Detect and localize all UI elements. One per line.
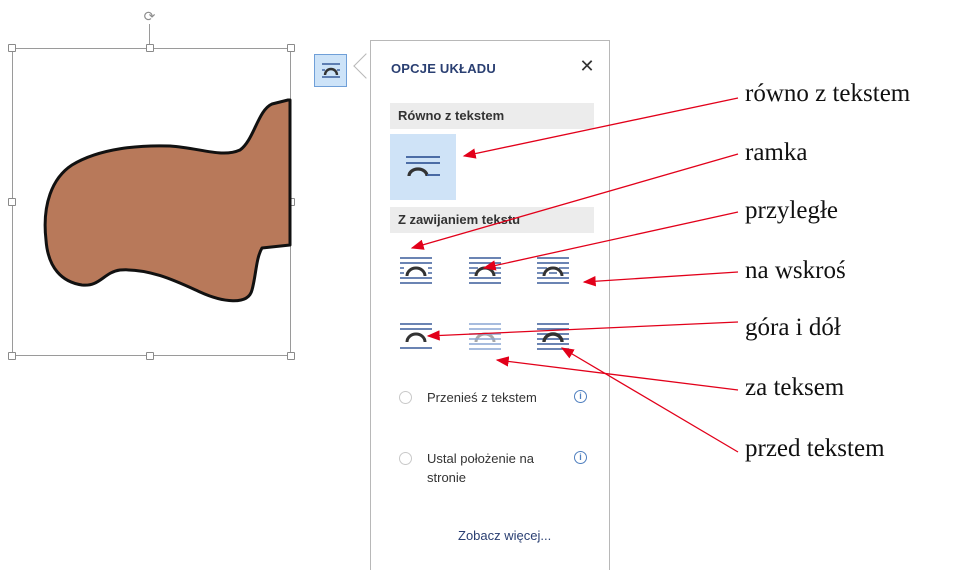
wrap-behind-text-option[interactable] bbox=[466, 319, 504, 357]
label-through: na wskroś bbox=[745, 257, 846, 284]
section-inline-heading: Równo z tekstem bbox=[390, 103, 594, 129]
see-more-link[interactable]: Zobacz więcej... bbox=[458, 528, 551, 543]
wrap-in-front-option[interactable] bbox=[534, 319, 572, 357]
info-icon[interactable]: i bbox=[574, 390, 587, 403]
layout-options-button[interactable] bbox=[314, 54, 347, 87]
wrap-through-icon bbox=[537, 257, 569, 284]
wrap-behind-text-icon bbox=[469, 323, 501, 350]
layout-options-icon bbox=[321, 62, 340, 78]
wrap-top-bottom-option[interactable] bbox=[397, 319, 435, 357]
wrap-top-bottom-icon bbox=[400, 323, 432, 349]
radio-fix-label: Ustal położenie na stronie bbox=[427, 451, 534, 485]
radio-circle[interactable] bbox=[399, 452, 412, 465]
wrap-square-option[interactable] bbox=[397, 253, 435, 291]
wrap-through-option[interactable] bbox=[534, 253, 572, 291]
wrap-tight-option[interactable] bbox=[466, 253, 504, 291]
label-inline: równo z tekstem bbox=[745, 80, 911, 107]
label-front: przed tekstem bbox=[745, 435, 885, 462]
info-icon[interactable]: i bbox=[574, 451, 587, 464]
label-top-bottom: góra i dół bbox=[745, 314, 841, 341]
panel-title: OPCJE UKŁADU bbox=[391, 61, 496, 76]
radio-circle[interactable] bbox=[399, 391, 412, 404]
label-behind: za teksem bbox=[745, 374, 845, 401]
brown-shape[interactable] bbox=[0, 0, 300, 360]
close-button[interactable]: ✕ bbox=[577, 55, 597, 77]
label-tight: przyległe bbox=[745, 197, 839, 224]
wrap-inline-option[interactable] bbox=[390, 134, 456, 200]
label-square: ramka bbox=[745, 139, 808, 166]
wrap-inline-icon bbox=[406, 156, 440, 177]
wrap-tight-icon bbox=[469, 257, 501, 284]
wrap-square-icon bbox=[400, 257, 432, 284]
section-wrap-heading: Z zawijaniem tekstu bbox=[390, 207, 594, 233]
layout-options-panel: OPCJE UKŁADU ✕ Równo z tekstem Z zawijan… bbox=[370, 40, 610, 570]
wrap-in-front-icon bbox=[537, 323, 569, 350]
radio-move-label: Przenieś z tekstem bbox=[427, 390, 537, 405]
